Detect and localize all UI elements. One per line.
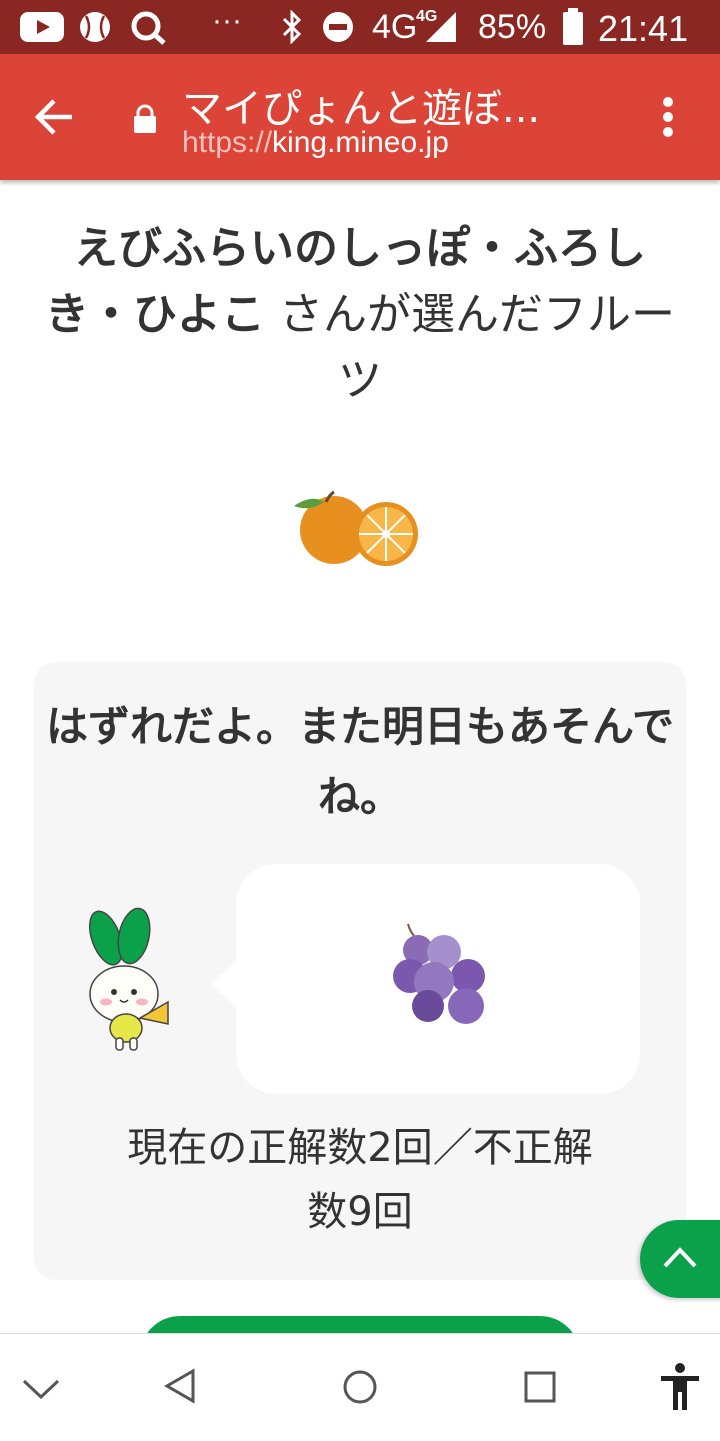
mascot-rabbit-icon [88,907,169,1051]
chooser-heading: えびふらいのしっぽ・ふろしき・ひよこ さんが選んだフルーツ [40,216,680,414]
scroll-to-top-button[interactable] [640,1220,720,1298]
network-type: 4G [372,8,418,46]
back-triangle-icon[interactable] [164,1368,196,1404]
back-arrow-icon[interactable] [34,98,74,136]
more-dots-icon: ··· [212,4,242,37]
battery-percent: 85% [478,8,547,46]
url-text[interactable]: https://king.mineo.jp [182,126,449,160]
search-app-icon [131,11,166,45]
signal-icon [426,12,456,42]
browser-toolbar: マイぴょんと遊ぼ... https://king.mineo.jp [0,54,720,180]
youtube-icon [20,12,64,42]
bluetooth-icon [282,10,302,44]
overflow-menu-icon[interactable] [660,96,676,138]
url-host: king.mineo.jp [272,126,449,159]
grapes-icon [393,923,485,1024]
score-text: 現在の正解数2回／不正解 数9回 [60,1116,660,1244]
battery-icon [563,8,583,45]
url-scheme: https:// [182,126,273,159]
chevron-up-icon [663,1247,697,1268]
lock-icon [134,104,156,133]
score-line-2: 数9回 [307,1189,413,1235]
orange-icon [294,490,418,566]
recents-square-icon[interactable] [524,1371,556,1403]
chooser-suffix: さんが選んだフルーツ [279,289,675,406]
score-line-1: 現在の正解数2回／不正解 [127,1125,593,1171]
chevron-down-icon[interactable] [22,1378,60,1400]
speech-bubble-tail [210,960,238,1008]
do-not-disturb-icon [323,12,353,42]
status-bar: ··· 4G 4G 85% 21:41 [0,0,720,54]
clock: 21:41 [598,8,689,49]
baseball-icon [80,12,110,42]
system-nav-bar [0,1333,720,1441]
home-circle-icon[interactable] [342,1369,378,1405]
accessibility-icon[interactable] [658,1362,702,1412]
result-message: はずれだよ。また明日もあそんでね。 [46,702,674,821]
